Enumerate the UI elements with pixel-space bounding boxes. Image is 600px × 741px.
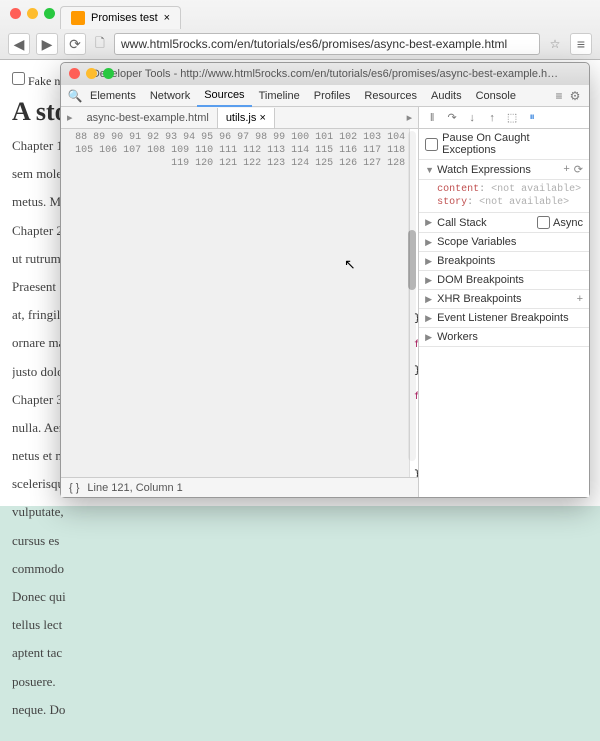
menu-button[interactable]: ≡ <box>570 33 592 55</box>
xhr-breakpoints-header[interactable]: ▶XHR Breakpoints+ <box>419 290 589 309</box>
devtools-titlebar[interactable]: Developer Tools - http://www.html5rocks.… <box>61 63 589 85</box>
tab-network[interactable]: Network <box>143 86 197 106</box>
dt-zoom-icon[interactable] <box>103 68 114 79</box>
step-into-icon[interactable]: ↓ <box>465 112 479 124</box>
file-tab-2[interactable]: utils.js × <box>218 108 275 128</box>
bookmark-star-icon[interactable]: ☆ <box>546 37 564 51</box>
cursor-position: Line 121, Column 1 <box>87 482 182 494</box>
dt-min-icon[interactable] <box>86 68 97 79</box>
call-stack-header[interactable]: ▶Call Stack Async <box>419 213 589 233</box>
favicon-icon <box>71 11 85 25</box>
settings-icon[interactable]: ⚙ <box>567 89 583 103</box>
file-tab-1[interactable]: async-best-example.html <box>79 108 218 128</box>
add-watch-icon[interactable]: + <box>563 163 569 176</box>
pretty-print-icon[interactable]: { } <box>69 482 79 494</box>
navigator-icon[interactable]: ▸ <box>61 111 79 124</box>
workers-header[interactable]: ▶Workers <box>419 328 589 347</box>
async-checkbox[interactable] <box>537 216 550 229</box>
window-minimize-icon[interactable] <box>27 8 38 19</box>
tab-audits[interactable]: Audits <box>424 86 469 106</box>
pause-caught-checkbox[interactable] <box>425 138 438 151</box>
deactivate-bp-icon[interactable]: ⬚ <box>505 111 519 124</box>
window-close-icon[interactable] <box>10 8 21 19</box>
scrollbar[interactable] <box>408 131 416 461</box>
devtools-window: Developer Tools - http://www.html5rocks.… <box>60 62 590 498</box>
dt-close-icon[interactable] <box>69 68 80 79</box>
tab-profiles[interactable]: Profiles <box>307 86 358 106</box>
tab-sources[interactable]: Sources <box>197 85 251 107</box>
line-gutter: 88 89 90 91 92 93 94 95 96 97 98 99 100 … <box>61 129 410 477</box>
code-editor[interactable]: 88 89 90 91 92 93 94 95 96 97 98 99 100 … <box>61 129 418 477</box>
scope-variables-header[interactable]: ▶Scope Variables <box>419 233 589 252</box>
reload-button[interactable]: ⟳ <box>64 33 86 55</box>
forward-button[interactable]: ▶ <box>36 33 58 55</box>
dom-breakpoints-header[interactable]: ▶DOM Breakpoints <box>419 271 589 290</box>
event-breakpoints-header[interactable]: ▶Event Listener Breakpoints <box>419 309 589 328</box>
tab-resources[interactable]: Resources <box>357 86 424 106</box>
devtools-title: Developer Tools - http://www.html5rocks.… <box>92 68 558 80</box>
pause-exceptions-icon[interactable]: ⏸ <box>525 111 539 124</box>
watch-expressions-body: content: <not available> story: <not ava… <box>419 180 589 213</box>
tab-elements[interactable]: Elements <box>83 86 143 106</box>
tab-timeline[interactable]: Timeline <box>252 86 307 106</box>
tab-close-icon[interactable]: × <box>164 12 170 24</box>
scrollbar-thumb[interactable] <box>408 230 416 290</box>
watch-expressions-header[interactable]: ▼Watch Expressions +⟳ <box>419 160 589 180</box>
breakpoints-header[interactable]: ▶Breakpoints <box>419 252 589 271</box>
step-over-icon[interactable]: ↷ <box>445 111 459 124</box>
tab-console[interactable]: Console <box>469 86 523 106</box>
file-close-icon[interactable]: × <box>259 112 265 124</box>
back-button[interactable]: ◀ <box>8 33 30 55</box>
window-zoom-icon[interactable] <box>44 8 55 19</box>
inspect-icon[interactable]: 🔍 <box>67 89 83 103</box>
refresh-watch-icon[interactable]: ⟳ <box>574 163 583 176</box>
browser-tab[interactable]: Promises test × <box>60 6 181 29</box>
more-tabs-icon[interactable]: ▸ <box>401 111 419 124</box>
add-xhr-icon[interactable]: + <box>577 293 583 305</box>
tab-title: Promises test <box>91 12 158 24</box>
pause-icon[interactable]: ‖ <box>425 112 439 124</box>
drawer-icon[interactable]: ≡ <box>551 89 567 103</box>
step-out-icon[interactable]: ↑ <box>485 112 499 124</box>
page-icon: 🗋 <box>92 34 108 55</box>
url-input[interactable]: www.html5rocks.com/en/tutorials/es6/prom… <box>114 33 540 55</box>
pause-caught-row[interactable]: Pause On Caught Exceptions <box>419 129 589 160</box>
